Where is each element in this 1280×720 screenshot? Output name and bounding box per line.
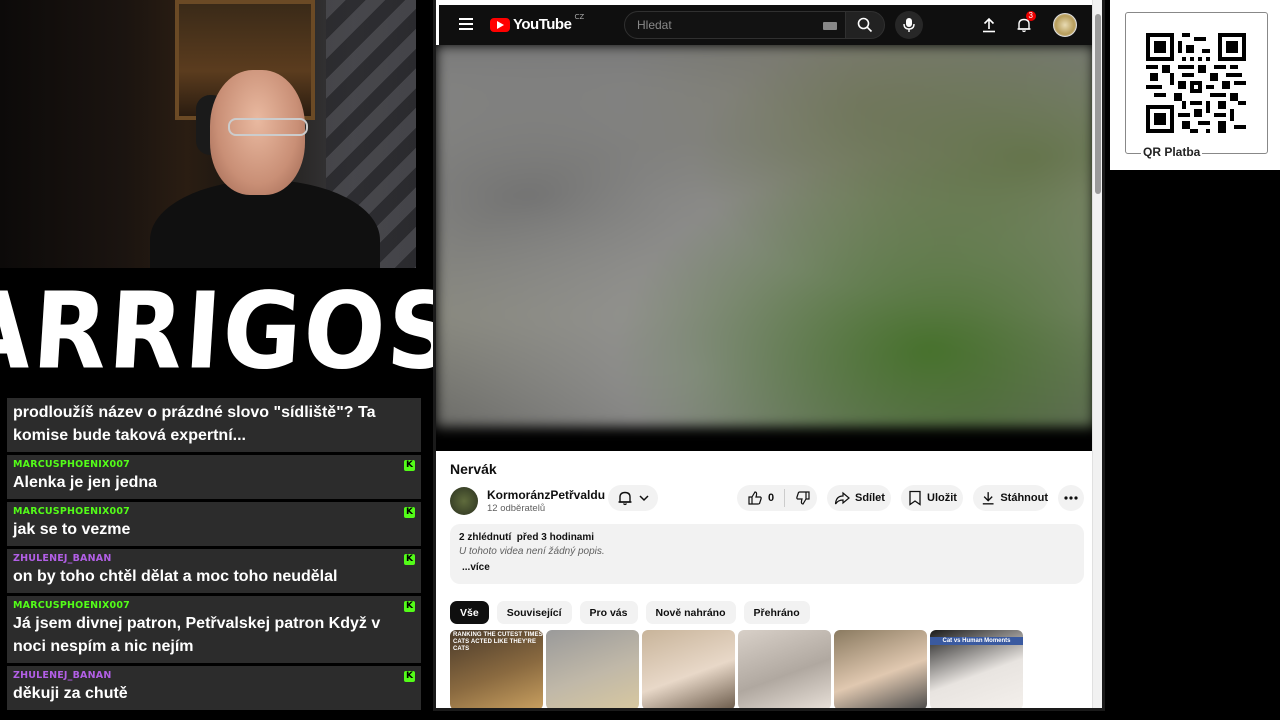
view-count: 2 zhlédnutí [459, 532, 512, 543]
chat-author: MARCUSPHOENIX007 [13, 506, 130, 517]
youtube-topbar: YouTube CZ Hledat 3 [439, 5, 1094, 45]
chat-message: MARCUSPHOENIX007 K Já jsem divnej patron… [7, 596, 421, 663]
kick-badge-icon: K [404, 601, 415, 612]
bell-icon [618, 491, 632, 506]
description-text: U tohoto videa není žádný popis. [459, 546, 605, 557]
chat-author: ZHULENEJ_BANAN [13, 553, 112, 564]
browser-window: YouTube CZ Hledat 3 Nervák KormoránzPetř… [433, 0, 1105, 711]
chip-related[interactable]: Související [496, 601, 572, 624]
chat-message: ZHULENEJ_BANAN K děkuji za chutě [7, 666, 421, 710]
video-thumbnail[interactable] [834, 630, 927, 708]
upload-icon [983, 17, 995, 33]
search-input[interactable] [625, 17, 805, 33]
keyboard-icon[interactable] [823, 22, 837, 30]
chat-message: MARCUSPHOENIX007 K Alenka je jen jedna [7, 455, 421, 499]
chevron-down-icon [639, 495, 649, 502]
brand-logo: ARRIGOS [0, 268, 463, 394]
more-horizontal-icon [1064, 496, 1078, 500]
chat-panel: prodloužíš název o prázdné slovo "sídliš… [7, 398, 421, 713]
scrollbar-thumb[interactable] [1095, 14, 1101, 194]
recommended-thumbnails: RANKING THE CUTEST TIMES CATS ACTED LIKE … [450, 630, 1023, 708]
download-label: Stáhnout [1000, 492, 1048, 504]
upload-button[interactable] [979, 15, 999, 35]
video-thumbnail[interactable]: Cat vs Human Moments [930, 630, 1023, 708]
like-dislike-group: 0 [737, 485, 817, 511]
chat-message: ZHULENEJ_BANAN K on by toho chtěl dělat … [7, 549, 421, 593]
chat-message-text: děkuji za chutě [13, 685, 128, 702]
video-meta: 2 zhlédnutí před 3 hodinami [459, 532, 1075, 543]
search-icon [857, 17, 873, 33]
like-count[interactable]: 0 [768, 492, 774, 504]
channel-name[interactable]: KormoránzPetřvaldu [487, 488, 605, 502]
description-box[interactable]: 2 zhlédnutí před 3 hodinami U tohoto vid… [450, 524, 1084, 584]
share-icon [834, 491, 850, 505]
hamburger-menu-icon[interactable] [459, 18, 473, 30]
kick-badge-icon: K [404, 554, 415, 565]
youtube-play-icon [490, 17, 510, 32]
qr-code-icon [1146, 33, 1246, 133]
webcam-feed [0, 0, 416, 268]
download-button[interactable]: Stáhnout [973, 485, 1048, 511]
video-player[interactable] [436, 45, 1094, 451]
subscriber-count: 12 odběratelů [487, 503, 546, 514]
bookmark-icon [909, 490, 921, 506]
microphone-icon [903, 18, 915, 32]
chip-recently-uploaded[interactable]: Nově nahráno [645, 601, 736, 624]
recommendation-chips: Vše Související Pro vás Nově nahráno Pře… [450, 601, 810, 624]
voice-search-button[interactable] [895, 11, 923, 39]
chat-message: prodloužíš název o prázdné slovo "sídliš… [7, 398, 421, 452]
youtube-logo[interactable]: YouTube CZ [490, 13, 585, 33]
chip-for-you[interactable]: Pro vás [579, 601, 638, 624]
chat-author: ZHULENEJ_BANAN [13, 670, 112, 681]
video-thumbnail[interactable] [546, 630, 639, 708]
thumbnail-caption: RANKING THE CUTEST TIMES CATS ACTED LIKE … [453, 632, 543, 652]
upload-age: před 3 hodinami [516, 532, 595, 543]
thumbnail-caption: Cat vs Human Moments [930, 637, 1023, 645]
share-label: Sdílet [855, 492, 885, 504]
save-button[interactable]: Uložit [901, 485, 963, 511]
thumbs-down-icon[interactable] [795, 490, 811, 506]
show-more-link[interactable]: ...více [462, 562, 1075, 573]
chat-message-text: on by toho chtěl dělat a moc toho neuděl… [13, 568, 338, 585]
kick-badge-icon: K [404, 671, 415, 682]
chat-author: MARCUSPHOENIX007 [13, 600, 130, 611]
brand-logo-text: ARRIGOS [0, 269, 463, 393]
share-button[interactable]: Sdílet [827, 485, 891, 511]
channel-avatar[interactable] [450, 487, 478, 515]
video-thumbnail[interactable]: RANKING THE CUTEST TIMES CATS ACTED LIKE … [450, 630, 543, 708]
more-actions-button[interactable] [1058, 485, 1084, 511]
video-thumbnail[interactable] [738, 630, 831, 708]
like-divider [784, 489, 786, 507]
chip-all[interactable]: Vše [450, 601, 489, 624]
qr-payment-panel: QR Platba [1110, 0, 1280, 170]
chat-message: MARCUSPHOENIX007 K jak se to vezme [7, 502, 421, 546]
chat-message-text: Alenka je jen jedna [13, 474, 158, 491]
video-info: Nervák KormoránzPetřvaldu 12 odběratelů [450, 461, 1090, 708]
kick-badge-icon: K [404, 460, 415, 471]
thumbs-up-icon[interactable] [747, 490, 763, 506]
notification-count-badge: 3 [1025, 11, 1036, 21]
glasses [228, 118, 308, 136]
chat-message-text: Já jsem divnej patron, Petřvalskej patro… [13, 615, 381, 655]
chat-message-text: prodloužíš název o prázdné slovo "sídliš… [13, 404, 376, 444]
chip-watched[interactable]: Přehráno [743, 601, 810, 624]
page-scrollbar[interactable] [1092, 0, 1102, 708]
chat-message-text: jak se to vezme [13, 521, 131, 538]
video-frame [436, 45, 1094, 427]
search-box [624, 11, 846, 39]
channel-row: KormoránzPetřvaldu 12 odběratelů 0 Sdíle… [450, 485, 1090, 515]
youtube-logo-text: YouTube [513, 16, 572, 33]
chat-author: MARCUSPHOENIX007 [13, 459, 130, 470]
download-icon [982, 492, 994, 505]
notifications-button[interactable]: 3 [1014, 11, 1036, 35]
save-label: Uložit [927, 492, 957, 504]
search-button[interactable] [845, 11, 885, 39]
subscription-bell-button[interactable] [608, 485, 658, 511]
video-title: Nervák [450, 461, 497, 477]
account-avatar[interactable] [1053, 13, 1077, 37]
kick-badge-icon: K [404, 507, 415, 518]
qr-label: QR Platba [1141, 145, 1203, 159]
country-code: CZ [574, 13, 585, 21]
video-thumbnail[interactable] [642, 630, 735, 708]
